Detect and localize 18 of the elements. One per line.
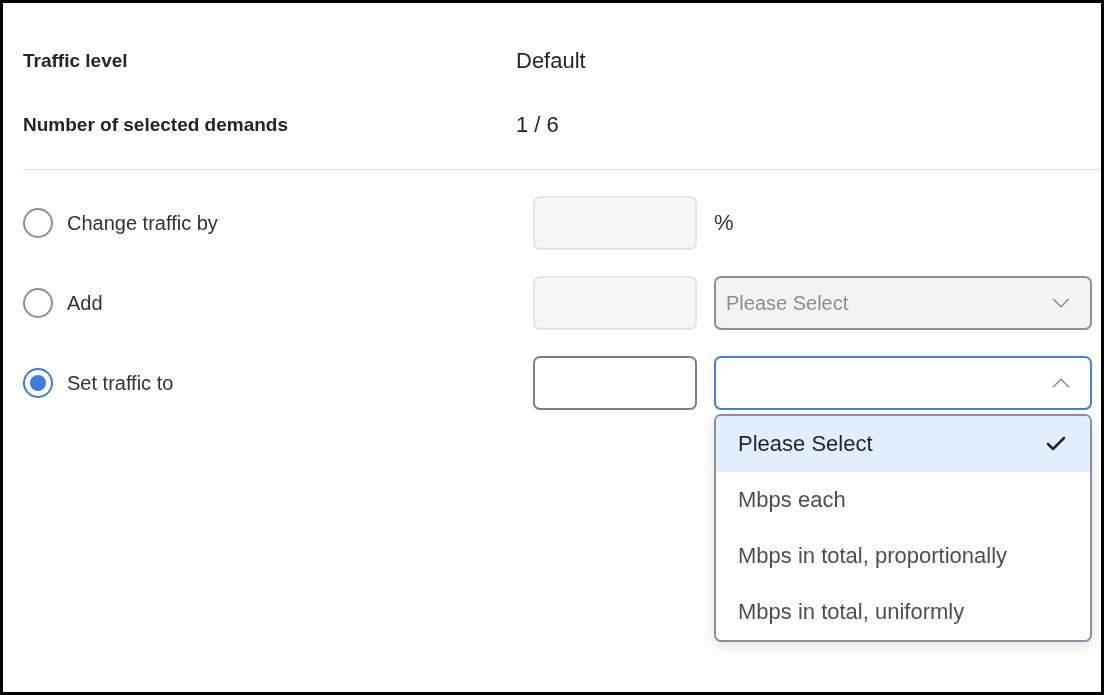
field-label: Traffic level [23, 50, 129, 72]
select-placeholder: Please Select [726, 291, 849, 315]
radio-button[interactable] [23, 288, 53, 318]
radio-button[interactable] [23, 208, 53, 238]
dropdown-option[interactable]: Please Select [716, 416, 1090, 472]
dropdown-option[interactable]: Mbps in total, uniformly [716, 584, 1090, 640]
unit-select[interactable] [714, 356, 1092, 410]
percent-unit: % [714, 210, 735, 236]
option-label: Set traffic to [67, 371, 174, 395]
option-label: Add [67, 291, 103, 315]
field-value: 1 / 6 [516, 112, 560, 138]
amount-input[interactable] [533, 356, 697, 410]
option-label: Change traffic by [67, 211, 218, 235]
dropdown-option[interactable]: Mbps each [716, 472, 1090, 528]
field-label: Number of selected demands [23, 114, 290, 136]
dropdown-option[interactable]: Mbps in total, proportionally [716, 528, 1090, 584]
radio-button[interactable] [23, 368, 53, 398]
field-value: Default [516, 48, 587, 74]
